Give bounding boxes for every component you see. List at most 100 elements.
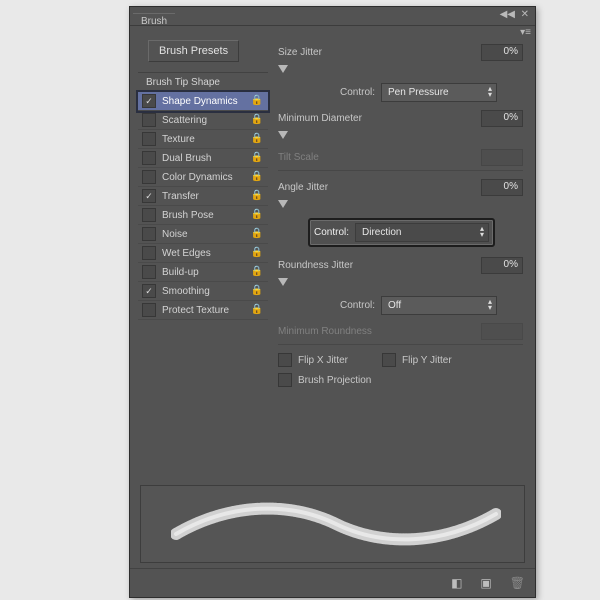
checkbox-icon[interactable]	[142, 246, 156, 260]
slider-thumb-icon[interactable]	[278, 65, 288, 73]
lock-icon[interactable]: 🔒	[251, 114, 263, 125]
size-control-label: Control:	[340, 87, 375, 98]
sidebar-label: Brush Pose	[162, 210, 214, 221]
checkbox-icon[interactable]	[142, 132, 156, 146]
lock-icon[interactable]: 🔒	[251, 209, 263, 220]
sidebar-label: Noise	[162, 229, 188, 240]
sidebar-item-shape-dynamics[interactable]: Shape Dynamics 🔒	[138, 92, 268, 111]
sidebar-item-build-up[interactable]: Build-up 🔒	[138, 263, 268, 282]
flip-y-checkbox[interactable]	[382, 353, 396, 367]
toggle-preview-icon[interactable]: ◧	[451, 576, 462, 590]
flyout-menu-icon[interactable]: ▾≡	[520, 27, 531, 38]
brush-projection-label: Brush Projection	[298, 375, 371, 386]
lock-icon[interactable]: 🔒	[251, 285, 263, 296]
sidebar-item-scattering[interactable]: Scattering 🔒	[138, 111, 268, 130]
chevron-updown-icon: ▴▾	[488, 299, 492, 311]
checkbox-icon[interactable]	[142, 94, 156, 108]
min-diameter-value[interactable]: 0%	[481, 110, 523, 127]
panel-title[interactable]: Brush	[133, 13, 175, 29]
brush-presets-button[interactable]: Brush Presets	[148, 40, 239, 62]
sidebar-label: Build-up	[162, 267, 199, 278]
min-diameter-slider[interactable]	[278, 131, 523, 141]
sidebar-item-smoothing[interactable]: Smoothing 🔒	[138, 282, 268, 301]
min-roundness-value	[481, 323, 523, 340]
checkbox-icon[interactable]	[142, 284, 156, 298]
lock-icon[interactable]: 🔒	[251, 171, 263, 182]
flip-x-label: Flip X Jitter	[298, 355, 348, 366]
sidebar-label: Scattering	[162, 115, 207, 126]
angle-jitter-label: Angle Jitter	[278, 182, 481, 193]
sidebar-item-color-dynamics[interactable]: Color Dynamics 🔒	[138, 168, 268, 187]
min-diameter-label: Minimum Diameter	[278, 113, 481, 124]
lock-icon[interactable]: 🔒	[251, 266, 263, 277]
sidebar-label: Shape Dynamics	[162, 96, 238, 107]
sidebar-item-wet-edges[interactable]: Wet Edges 🔒	[138, 244, 268, 263]
roundness-control-dropdown[interactable]: Off ▴▾	[381, 296, 497, 315]
lock-icon[interactable]: 🔒	[251, 228, 263, 239]
lock-icon[interactable]: 🔒	[251, 152, 263, 163]
checkbox-icon[interactable]	[142, 265, 156, 279]
angle-jitter-value[interactable]: 0%	[481, 179, 523, 196]
checkbox-icon[interactable]	[142, 303, 156, 317]
lock-icon[interactable]: 🔒	[251, 247, 263, 258]
dropdown-value: Off	[388, 300, 401, 311]
sidebar-label: Dual Brush	[162, 153, 211, 164]
lock-icon[interactable]: 🔒	[251, 95, 263, 106]
sidebar-item-protect-texture[interactable]: Protect Texture 🔒	[138, 301, 268, 320]
size-jitter-value[interactable]: 0%	[481, 44, 523, 61]
flip-x-checkbox[interactable]	[278, 353, 292, 367]
sidebar-label: Brush Tip Shape	[146, 77, 220, 88]
angle-control-highlight: Control: Direction ▴▾	[308, 218, 495, 247]
sidebar-label: Texture	[162, 134, 195, 145]
sidebar-item-texture[interactable]: Texture 🔒	[138, 130, 268, 149]
sidebar-label: Transfer	[162, 191, 199, 202]
chevron-updown-icon: ▴▾	[480, 226, 484, 238]
slider-thumb-icon[interactable]	[278, 200, 288, 208]
flip-y-label: Flip Y Jitter	[402, 355, 452, 366]
checkbox-icon[interactable]	[142, 113, 156, 127]
sidebar-item-transfer[interactable]: Transfer 🔒	[138, 187, 268, 206]
checkbox-icon[interactable]	[142, 189, 156, 203]
panel-footer: ◧ ▣ 🗑	[130, 568, 535, 597]
dropdown-value: Direction	[362, 227, 401, 238]
lock-icon[interactable]: 🔒	[251, 304, 263, 315]
size-jitter-slider[interactable]	[278, 65, 523, 75]
lock-icon[interactable]: 🔒	[251, 190, 263, 201]
size-control-dropdown[interactable]: Pen Pressure ▴▾	[381, 83, 497, 102]
sidebar-label: Smoothing	[162, 286, 210, 297]
angle-control-dropdown[interactable]: Direction ▴▾	[355, 223, 489, 242]
new-preset-icon[interactable]: ▣	[480, 576, 491, 590]
slider-thumb-icon[interactable]	[278, 278, 288, 286]
lock-icon[interactable]: 🔒	[251, 133, 263, 144]
angle-jitter-slider[interactable]	[278, 200, 523, 210]
brush-projection-checkbox[interactable]	[278, 373, 292, 387]
dropdown-value: Pen Pressure	[388, 87, 449, 98]
sidebar-item-noise[interactable]: Noise 🔒	[138, 225, 268, 244]
chevron-updown-icon: ▴▾	[488, 86, 492, 98]
panel-titlebar: ◀◀ ✕ Brush	[130, 7, 535, 26]
tilt-scale-label: Tilt Scale	[278, 152, 481, 163]
delete-icon[interactable]: 🗑	[510, 576, 525, 590]
roundness-control-label: Control:	[340, 300, 375, 311]
slider-thumb-icon[interactable]	[278, 131, 288, 139]
roundness-jitter-label: Roundness Jitter	[278, 260, 481, 271]
close-icon[interactable]: ✕	[521, 9, 529, 20]
sidebar-item-brush-tip-shape[interactable]: Brush Tip Shape	[138, 73, 268, 92]
sidebar-label: Protect Texture	[162, 305, 229, 316]
checkbox-icon[interactable]	[142, 170, 156, 184]
sidebar-item-dual-brush[interactable]: Dual Brush 🔒	[138, 149, 268, 168]
tilt-scale-value	[481, 149, 523, 166]
sidebar-label: Color Dynamics	[162, 172, 233, 183]
sidebar-label: Wet Edges	[162, 248, 211, 259]
sidebar-item-brush-pose[interactable]: Brush Pose 🔒	[138, 206, 268, 225]
size-jitter-label: Size Jitter	[278, 47, 481, 58]
checkbox-icon[interactable]	[142, 208, 156, 222]
min-roundness-label: Minimum Roundness	[278, 326, 481, 337]
checkbox-icon[interactable]	[142, 227, 156, 241]
roundness-jitter-value[interactable]: 0%	[481, 257, 523, 274]
roundness-jitter-slider[interactable]	[278, 278, 523, 288]
collapse-icon[interactable]: ◀◀	[500, 9, 515, 20]
brush-stroke-preview	[140, 485, 525, 563]
checkbox-icon[interactable]	[142, 151, 156, 165]
angle-control-label: Control:	[314, 227, 349, 238]
